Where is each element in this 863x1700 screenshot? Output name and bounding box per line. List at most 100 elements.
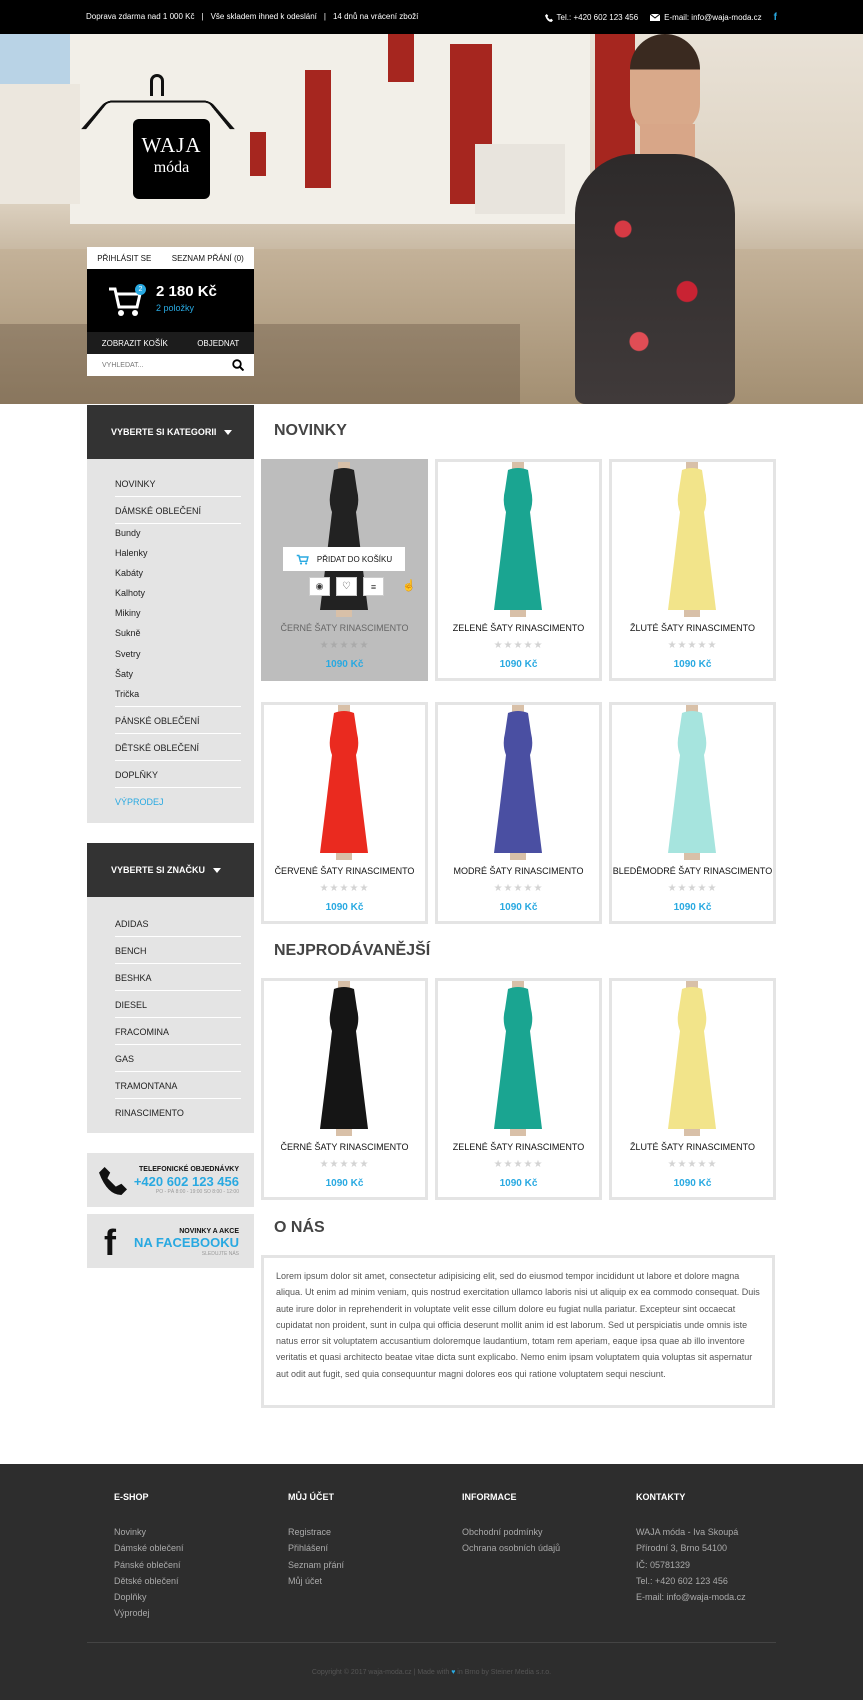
compare-button[interactable]: ≡ (363, 577, 384, 596)
search-icon[interactable] (232, 359, 244, 371)
cart-links: ZOBRAZIT KOŠÍK OBJEDNAT (87, 332, 254, 354)
product-name[interactable]: ČERNÉ ŠATY RINASCIMENTO (264, 623, 425, 633)
category-subitem[interactable]: Sukně (115, 628, 241, 638)
product-price: 1090 Kč (325, 659, 364, 670)
fb-promo-small: SLEDUJTE NÁS (201, 1251, 239, 1257)
shipping-info: Doprava zdarma nad 1 000 Kč (86, 12, 195, 21)
footer-link[interactable]: Výprodej (114, 1605, 184, 1621)
footer-divider (87, 1642, 776, 1643)
footer-link[interactable]: Přihlášení (288, 1540, 344, 1556)
top-phone-text: Tel.: +420 602 123 456 (556, 13, 639, 22)
footer-link[interactable]: Můj účet (288, 1573, 344, 1589)
category-item[interactable]: NOVINKY (115, 479, 241, 497)
category-item[interactable]: DÁMSKÉ OBLEČENÍ (115, 506, 241, 524)
product-name[interactable]: BLEDĚMODRÉ ŠATY RINASCIMENTO (612, 866, 773, 876)
order-link[interactable]: OBJEDNAT (197, 339, 239, 348)
brand-header-label: VYBERTE SI ZNAČKU (111, 865, 206, 875)
facebook-icon: f (104, 1222, 116, 1263)
site-logo[interactable]: WAJA móda (81, 74, 235, 204)
brand-item[interactable]: FRACOMINA (115, 1027, 241, 1045)
footer-link[interactable]: Dámské oblečení (114, 1540, 184, 1556)
category-item-sale[interactable]: VÝPRODEJ (115, 797, 241, 807)
brand-item[interactable]: BENCH (115, 946, 241, 964)
brand-list: ADIDAS BENCH BESHKA DIESEL FRACOMINA GAS… (87, 897, 254, 1133)
category-subitem[interactable]: Halenky (115, 548, 241, 558)
wishlist-button[interactable]: ♡ (336, 577, 357, 596)
brand-item[interactable]: GAS (115, 1054, 241, 1072)
login-link[interactable]: PŘIHLÁSIT SE (97, 254, 151, 263)
category-subitem[interactable]: Šaty (115, 669, 241, 679)
footer-link[interactable]: Ochrana osobních údajů (462, 1540, 560, 1556)
add-to-cart-button[interactable]: PŘIDAT DO KOŠÍKU (283, 547, 405, 571)
brand-header[interactable]: VYBERTE SI ZNAČKU (87, 843, 254, 897)
category-subitem[interactable]: Mikiny (115, 608, 241, 618)
category-header[interactable]: VYBERTE SI KATEGORII (87, 405, 254, 459)
product-image (494, 981, 542, 1136)
product-image (320, 705, 368, 860)
category-item[interactable]: PÁNSKÉ OBLEČENÍ (115, 716, 241, 734)
quick-view-button[interactable]: ◉ (309, 577, 330, 596)
wishlist-link[interactable]: SEZNAM PŘÁNÍ (0) (172, 254, 244, 263)
mannequin-legs (336, 610, 352, 617)
search-box (87, 354, 254, 376)
mannequin-legs (510, 610, 526, 617)
product-name[interactable]: ŽLUTÉ ŠATY RINASCIMENTO (612, 623, 773, 633)
category-subitem[interactable]: Kabáty (115, 568, 241, 578)
product-name[interactable]: ČERVENÉ ŠATY RINASCIMENTO (264, 866, 425, 876)
category-item[interactable]: DĚTSKÉ OBLEČENÍ (115, 743, 241, 761)
brand-item[interactable]: TRAMONTANA (115, 1081, 241, 1099)
product-card[interactable]: PŘIDAT DO KOŠÍKU ◉ ♡ ≡ ☝ ČERNÉ ŠATY RINA… (261, 459, 428, 681)
phone-promo-number: +420 602 123 456 (133, 1174, 239, 1189)
product-card[interactable]: MODRÉ ŠATY RINASCIMENTO ★★★★★ 1090 Kč (435, 702, 602, 924)
cart-summary[interactable]: 2 2 180 Kč 2 položky (87, 269, 254, 332)
facebook-icon[interactable]: f (774, 12, 777, 23)
brand-item[interactable]: DIESEL (115, 1000, 241, 1018)
product-name[interactable]: ZELENÉ ŠATY RINASCIMENTO (438, 623, 599, 633)
product-card[interactable]: ZELENÉ ŠATY RINASCIMENTO ★★★★★ 1090 Kč (435, 459, 602, 681)
footer-link[interactable]: Registrace (288, 1524, 344, 1540)
footer-contact-line[interactable]: Tel.: +420 602 123 456 (636, 1573, 746, 1589)
facebook-promo[interactable]: f NOVINKY A AKCE NA FACEBOOKU SLEDUJTE N… (87, 1214, 254, 1268)
section-title-about: O NÁS (274, 1219, 325, 1236)
product-card[interactable]: ZELENÉ ŠATY RINASCIMENTO ★★★★★ 1090 Kč (435, 978, 602, 1200)
product-card[interactable]: ČERNÉ ŠATY RINASCIMENTO ★★★★★ 1090 Kč (261, 978, 428, 1200)
search-input[interactable] (87, 354, 227, 376)
cart-total: 2 180 Kč (156, 283, 217, 300)
phone-promo[interactable]: TELEFONICKÉ OBJEDNÁVKY +420 602 123 456 … (87, 1153, 254, 1207)
footer-link[interactable]: Doplňky (114, 1589, 184, 1605)
category-subitem[interactable]: Bundy (115, 528, 241, 538)
brand-item[interactable]: ADIDAS (115, 919, 241, 937)
footer-col-account: MŮJ ÚČET Registrace Přihlášení Seznam př… (288, 1492, 344, 1589)
footer-contact-line[interactable]: E-mail: info@waja-moda.cz (636, 1589, 746, 1605)
product-card[interactable]: ŽLUTÉ ŠATY RINASCIMENTO ★★★★★ 1090 Kč (609, 459, 776, 681)
product-image (668, 981, 716, 1136)
footer-link[interactable]: Dětské oblečení (114, 1573, 184, 1589)
copyright-credit[interactable]: in Brno by Steiner Media s.r.o. (457, 1669, 551, 1676)
hero-window (388, 34, 414, 82)
footer-link[interactable]: Pánské oblečení (114, 1557, 184, 1573)
product-price: 1090 Kč (325, 902, 364, 913)
product-name[interactable]: ČERNÉ ŠATY RINASCIMENTO (264, 1142, 425, 1152)
product-price: 1090 Kč (673, 659, 712, 670)
view-cart-link[interactable]: ZOBRAZIT KOŠÍK (102, 339, 168, 348)
category-item[interactable]: DOPLŇKY (115, 770, 241, 788)
product-name[interactable]: MODRÉ ŠATY RINASCIMENTO (438, 866, 599, 876)
hero-model-head (630, 34, 700, 134)
footer-link[interactable]: Obchodní podmínky (462, 1524, 560, 1540)
product-card[interactable]: BLEDĚMODRÉ ŠATY RINASCIMENTO ★★★★★ 1090 … (609, 702, 776, 924)
footer-link[interactable]: Novinky (114, 1524, 184, 1540)
footer-link[interactable]: Seznam přání (288, 1557, 344, 1573)
category-subitem[interactable]: Kalhoty (115, 588, 241, 598)
category-subitem[interactable]: Svetry (115, 649, 241, 659)
category-subitem[interactable]: Trička (115, 689, 241, 707)
top-email[interactable]: E-mail: info@waja-moda.cz (650, 13, 762, 22)
product-name[interactable]: ŽLUTÉ ŠATY RINASCIMENTO (612, 1142, 773, 1152)
fb-promo-title: NOVINKY A AKCE (179, 1228, 239, 1235)
product-card[interactable]: ŽLUTÉ ŠATY RINASCIMENTO ★★★★★ 1090 Kč (609, 978, 776, 1200)
top-phone[interactable]: Tel.: +420 602 123 456 (544, 13, 639, 22)
brand-item[interactable]: RINASCIMENTO (115, 1108, 241, 1118)
product-card[interactable]: ČERVENÉ ŠATY RINASCIMENTO ★★★★★ 1090 Kč (261, 702, 428, 924)
hand-cursor-icon: ☝ (402, 580, 416, 592)
product-name[interactable]: ZELENÉ ŠATY RINASCIMENTO (438, 1142, 599, 1152)
brand-item[interactable]: BESHKA (115, 973, 241, 991)
